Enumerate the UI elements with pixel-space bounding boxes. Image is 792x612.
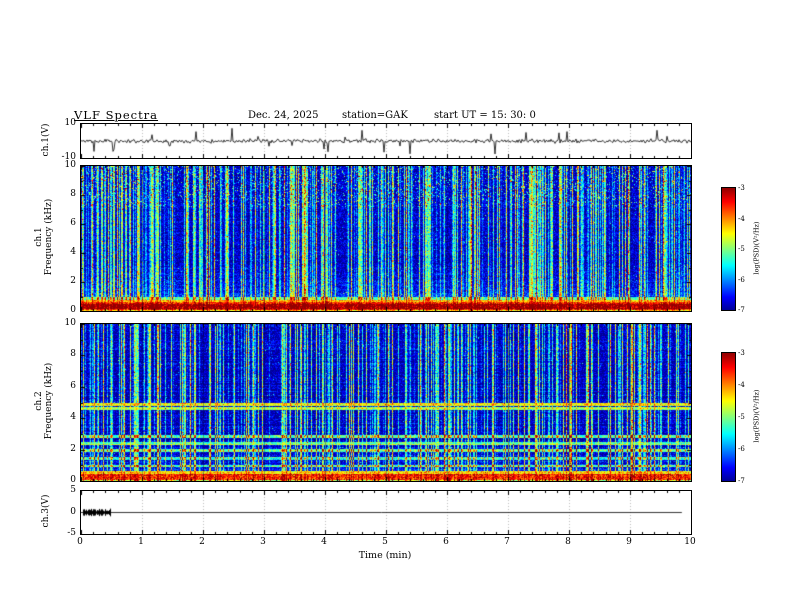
ch3-wave-ytick-label: 0	[70, 507, 76, 517]
ch1-colorbar-tick-label: -3	[738, 184, 745, 192]
ch2-spec-ytick-label: 4	[70, 412, 76, 422]
ch3-voltage-axis-label: ch.3(V)	[41, 494, 51, 528]
ch1-spec-ytick-label: 0	[70, 305, 76, 315]
vlf-spectra-figure: VLF Spectra Dec. 24, 2025 station=GAK st…	[0, 0, 792, 612]
ch2-spec-ytick-label: 0	[70, 475, 76, 485]
ch2-frequency-axis-label: ch.2 Frequency (kHz)	[34, 363, 54, 440]
ch2-spectrogram-heatmap	[80, 323, 692, 482]
ch2-colorbar-tick-label: -6	[738, 445, 745, 453]
ch1-colorbar-tick-label: -4	[738, 215, 745, 223]
ch2-spec-ytick-label: 10	[64, 318, 76, 328]
ch1-colorbar-tick-label: -6	[738, 276, 745, 284]
figure-date: Dec. 24, 2025	[248, 110, 319, 121]
ch1-colorbar-tick-label: -7	[738, 306, 745, 314]
x-tick-label: 2	[199, 537, 205, 547]
figure-start-ut: start UT = 15: 30: 0	[434, 110, 536, 121]
ch2-colorbar-tick-label: -7	[738, 477, 745, 485]
x-tick-label: 0	[77, 537, 83, 547]
ch2-spec-ytick-label: 2	[70, 444, 76, 454]
ch3-wave-ytick-label: 5	[70, 485, 76, 495]
x-tick-label: 10	[684, 537, 696, 547]
ch2-colorbar-tick-label: -4	[738, 381, 745, 389]
ch2-spec-ytick-label: 8	[70, 349, 76, 359]
time-axis-label: Time (min)	[358, 550, 412, 561]
x-tick-label: 9	[626, 537, 632, 547]
ch2-frequency-axis-label-line2: Frequency (kHz)	[44, 362, 54, 440]
ch2-colorbar-tick-label: -5	[738, 413, 745, 421]
ch2-spec-ytick-label: 6	[70, 381, 76, 391]
x-tick-label: 5	[382, 537, 388, 547]
ch2-colorbar-tick-label: -3	[738, 349, 745, 357]
ch1-colorbar-tick-label: -5	[738, 245, 745, 253]
ch2-frequency-axis-label-line1: ch.2	[34, 391, 44, 411]
ch2-colorbar-axis-label: log(PSD)(V²/Hz)	[752, 389, 761, 443]
ch1-colorbar-axis-label: log(PSD)(V²/Hz)	[752, 221, 761, 275]
ch3-waveform-plot	[80, 490, 692, 535]
x-tick-label: 7	[504, 537, 510, 547]
ch2-colorbar	[721, 352, 736, 482]
ch1-frequency-axis-label-line2: Frequency (kHz)	[44, 198, 54, 276]
x-tick-label: 3	[260, 537, 266, 547]
figure-title: VLF Spectra	[74, 108, 159, 122]
x-tick-label: 4	[321, 537, 327, 547]
ch1-spec-ytick-label: 10	[64, 160, 76, 170]
ch1-colorbar	[721, 187, 736, 311]
x-tick-label: 8	[565, 537, 571, 547]
x-tick-label: 6	[443, 537, 449, 547]
x-tick-label: 1	[138, 537, 144, 547]
figure-station: station=GAK	[342, 110, 408, 121]
ch1-frequency-axis-label-line1: ch.1	[34, 227, 44, 247]
ch1-spectrogram-heatmap	[80, 165, 692, 312]
ch1-frequency-axis-label: ch.1 Frequency (kHz)	[34, 199, 54, 276]
ch1-voltage-axis-label: ch.1(V)	[41, 123, 51, 157]
ch1-spec-ytick-label: 8	[70, 189, 76, 199]
ch1-spec-ytick-label: 4	[70, 247, 76, 257]
ch1-wave-ytick-label: 10	[64, 118, 76, 128]
ch1-spec-ytick-label: 6	[70, 218, 76, 228]
ch1-spec-ytick-label: 2	[70, 276, 76, 286]
ch1-waveform-plot	[80, 123, 692, 159]
